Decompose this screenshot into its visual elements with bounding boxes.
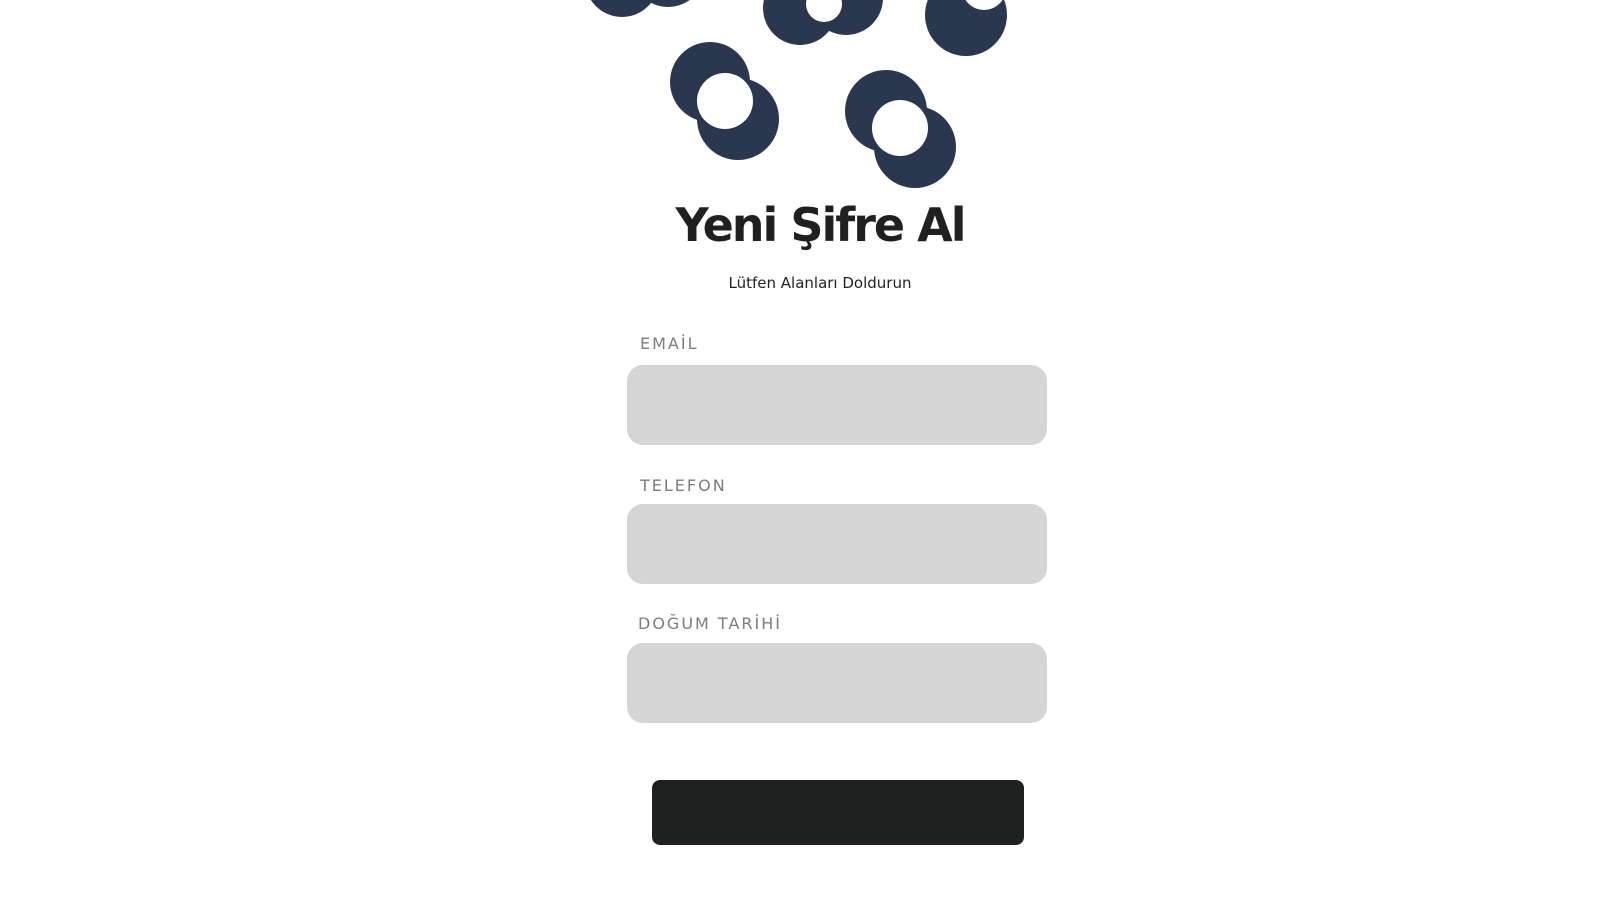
overlapping-circles-logo-icon: [590, 0, 1007, 188]
password-reset-page: Yeni Şifre Al Lütfen Alanları Doldurun E…: [0, 0, 1600, 900]
phone-field[interactable]: [627, 504, 1047, 584]
birth-date-label: DOĞUM TARİHİ: [638, 614, 782, 633]
email-field[interactable]: [627, 365, 1047, 445]
page-subtitle: Lütfen Alanları Doldurun: [728, 274, 912, 292]
email-label: EMAİL: [640, 334, 699, 353]
submit-button[interactable]: [652, 780, 1024, 845]
birth-date-field[interactable]: [627, 643, 1047, 723]
page-title: Yeni Şifre Al: [675, 198, 967, 252]
phone-label: TELEFON: [640, 476, 727, 495]
